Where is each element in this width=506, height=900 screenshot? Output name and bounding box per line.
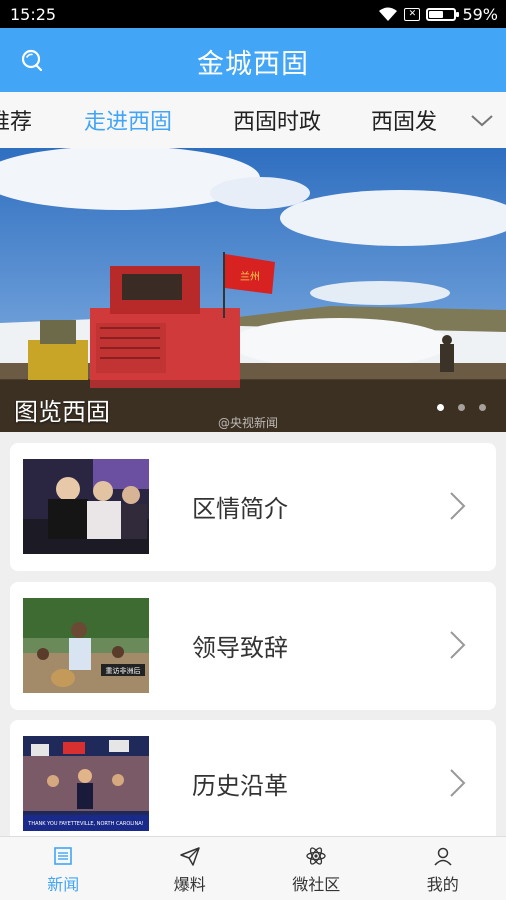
app-header: 金城西固: [0, 28, 506, 92]
banner-image: 兰州: [0, 148, 506, 432]
tab-recommend[interactable]: 推荐: [0, 104, 32, 136]
page-title: 金城西固: [197, 49, 309, 80]
card-district-intro[interactable]: 区情简介: [10, 443, 496, 571]
user-icon: [434, 847, 452, 866]
card-label: 领导致辞: [192, 634, 288, 662]
wifi-icon: [379, 7, 398, 21]
thumbnail-caption: THANK YOU FAYETTEVILLE, NORTH CAROLINA!: [27, 821, 143, 827]
nav-tipoff[interactable]: 爆料: [127, 837, 254, 900]
nav-community[interactable]: 微社区: [253, 837, 380, 900]
card-label: 区情简介: [192, 495, 288, 523]
thumbnail-image: [23, 459, 149, 554]
card-leader-address[interactable]: 重访非洲后 领导致辞: [10, 582, 496, 710]
nav-news[interactable]: 新闻: [0, 837, 127, 900]
chevron-right-icon: [450, 769, 466, 797]
carousel-dot-3[interactable]: [479, 404, 486, 411]
tab-xigu-development[interactable]: 西固发: [371, 104, 437, 136]
carousel-dot-1[interactable]: [437, 404, 444, 411]
news-icon: [54, 847, 73, 865]
thumbnail-image: THANK YOU FAYETTEVILLE, NORTH CAROLINA!: [23, 736, 149, 831]
chevron-right-icon: [450, 492, 466, 520]
battery-percent: 59%: [462, 4, 498, 24]
status-indicators: ✕ 59%: [378, 4, 498, 24]
chevron-right-icon: [450, 631, 466, 659]
card-label: 历史沿革: [192, 772, 288, 800]
status-bar: 15:25 ✕ 59%: [0, 0, 506, 28]
card-history[interactable]: THANK YOU FAYETTEVILLE, NORTH CAROLINA! …: [10, 720, 496, 848]
carousel-dot-2[interactable]: [458, 404, 465, 411]
card-thumbnail: [23, 459, 149, 554]
paper-plane-icon: [180, 847, 200, 866]
nav-profile[interactable]: 我的: [380, 837, 506, 900]
battery-icon: [426, 7, 460, 21]
sim-icon: ✕: [404, 7, 421, 21]
banner-flag-text: 兰州: [240, 270, 260, 283]
nav-label: 新闻: [47, 875, 80, 894]
card-thumbnail: 重访非洲后: [23, 598, 149, 693]
app-root: 15:25 ✕ 59% 金城西固 推荐 走进西固 西固时政 西固发: [0, 0, 506, 900]
nav-label: 爆料: [173, 875, 206, 894]
battery-level: [429, 10, 444, 18]
atom-icon: [306, 847, 326, 865]
status-time: 15:25: [10, 5, 57, 24]
nav-label: 微社区: [292, 875, 341, 894]
banner-carousel[interactable]: 兰州 图览西固: [0, 148, 506, 432]
card-thumbnail: THANK YOU FAYETTEVILLE, NORTH CAROLINA!: [23, 736, 149, 831]
thumbnail-caption: 重访非洲后: [106, 666, 141, 675]
banner-watermark: @央视新闻: [218, 416, 279, 430]
chevron-down-icon[interactable]: [468, 106, 496, 134]
tab-xigu-politics[interactable]: 西固时政: [233, 104, 321, 136]
nav-label: 我的: [426, 875, 459, 894]
category-tabs: 推荐 走进西固 西固时政 西固发: [0, 92, 506, 148]
thumbnail-image: 重访非洲后: [23, 598, 149, 693]
tab-intro-xigu[interactable]: 走进西固: [84, 104, 172, 136]
bottom-nav: 新闻 爆料 微社区 我的: [0, 836, 506, 900]
carousel-indicator: [437, 404, 486, 411]
banner-caption: 图览西固: [14, 398, 110, 426]
